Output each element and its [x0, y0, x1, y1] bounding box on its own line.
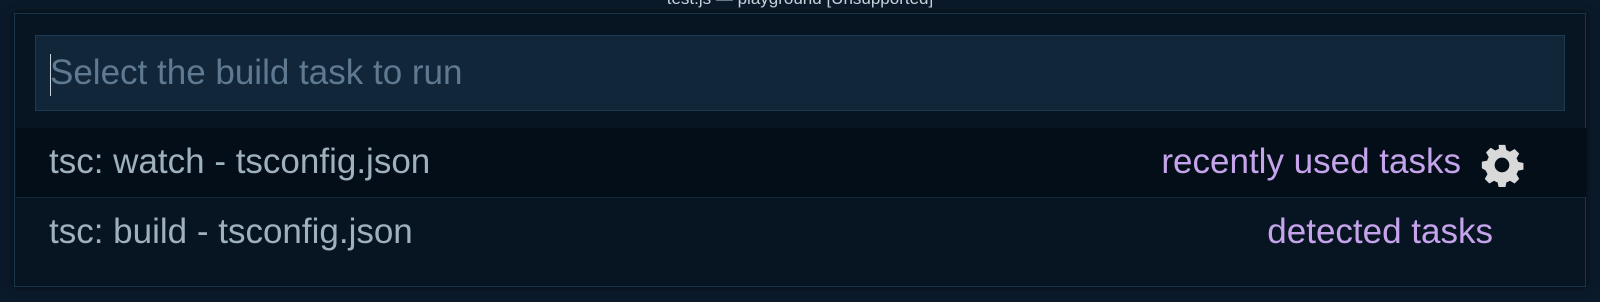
- editor-window: test.js — playground [Unsupported] tsc: …: [0, 0, 1600, 302]
- task-item-tsc-watch[interactable]: tsc: watch - tsconfig.json recently used…: [16, 128, 1586, 198]
- title-bar: test.js — playground [Unsupported]: [0, 0, 1600, 14]
- task-label: tsc: build - tsconfig.json: [49, 212, 413, 251]
- task-search-input[interactable]: [50, 36, 1550, 110]
- task-list: tsc: watch - tsconfig.json recently used…: [16, 128, 1586, 268]
- task-label: tsc: watch - tsconfig.json: [49, 142, 431, 181]
- task-item-tsc-build[interactable]: tsc: build - tsconfig.json detected task…: [16, 198, 1586, 268]
- task-detail: detected tasks: [1267, 212, 1493, 251]
- task-search-box[interactable]: [35, 35, 1565, 111]
- window-title: test.js — playground [Unsupported]: [0, 0, 1600, 9]
- gear-icon[interactable]: [1480, 143, 1524, 187]
- task-detail: recently used tasks: [1161, 142, 1461, 181]
- quick-pick-panel: tsc: watch - tsconfig.json recently used…: [14, 13, 1586, 287]
